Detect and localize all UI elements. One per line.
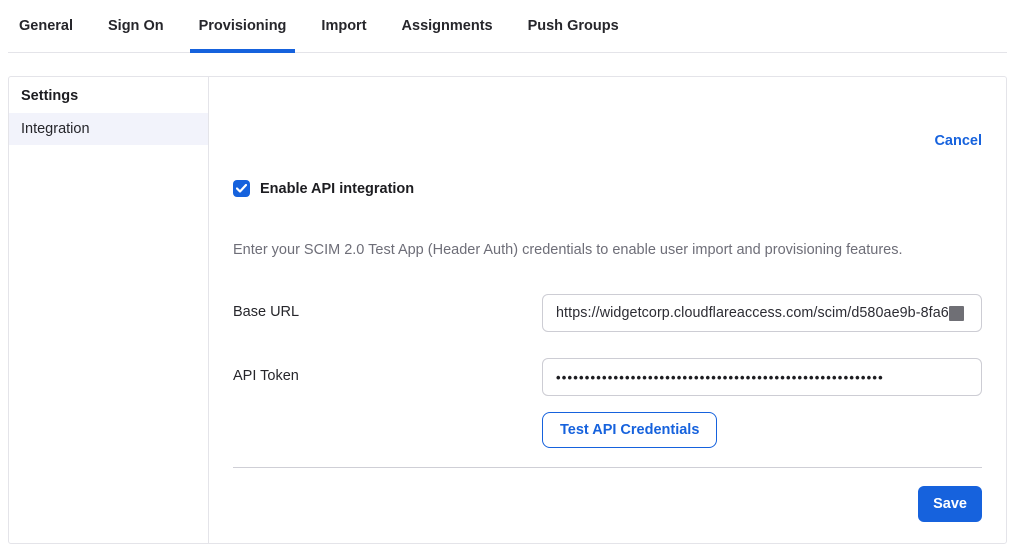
tab-push-groups[interactable]: Push Groups [519, 0, 628, 53]
cancel-link[interactable]: Cancel [934, 133, 982, 149]
enable-api-integration-row: Enable API integration [233, 180, 982, 197]
cancel-row: Cancel [233, 133, 982, 149]
sidebar-item-integration[interactable]: Integration [9, 113, 208, 145]
checkmark-icon [236, 184, 247, 193]
base-url-value: https://widgetcorp.cloudflareaccess.com/… [556, 305, 949, 321]
provisioning-settings-page: General Sign On Provisioning Import Assi… [0, 0, 1021, 553]
tab-provisioning[interactable]: Provisioning [190, 0, 296, 53]
test-api-credentials-button[interactable]: Test API Credentials [542, 412, 717, 448]
tab-assignments[interactable]: Assignments [393, 0, 502, 53]
base-url-input[interactable]: https://widgetcorp.cloudflareaccess.com/… [542, 294, 982, 332]
footer-divider [233, 467, 982, 468]
credentials-description: Enter your SCIM 2.0 Test App (Header Aut… [233, 242, 982, 258]
api-token-input[interactable]: ••••••••••••••••••••••••••••••••••••••••… [542, 358, 982, 396]
base-url-row: Base URL https://widgetcorp.cloudflareac… [233, 294, 982, 332]
enable-api-integration-checkbox[interactable] [233, 180, 250, 197]
api-token-label: API Token [233, 358, 542, 384]
text-overflow-artifact [949, 306, 964, 321]
sidebar-header-settings: Settings [9, 77, 208, 113]
tab-general[interactable]: General [10, 0, 82, 53]
app-tab-bar: General Sign On Provisioning Import Assi… [8, 0, 1007, 53]
integration-settings-content: Cancel Enable API integration Enter your… [209, 77, 1007, 543]
credentials-form: Base URL https://widgetcorp.cloudflareac… [233, 294, 982, 448]
tab-sign-on[interactable]: Sign On [99, 0, 173, 53]
test-credentials-row: Test API Credentials [542, 412, 982, 448]
tab-import[interactable]: Import [312, 0, 375, 53]
enable-api-integration-label: Enable API integration [260, 181, 414, 197]
base-url-label: Base URL [233, 294, 542, 320]
save-button[interactable]: Save [918, 486, 982, 522]
settings-sidebar: Settings Integration [9, 77, 209, 543]
save-row: Save [233, 486, 982, 522]
api-token-row: API Token ••••••••••••••••••••••••••••••… [233, 358, 982, 396]
provisioning-panel: Settings Integration Cancel Enable API i… [8, 76, 1007, 544]
api-token-masked-value: ••••••••••••••••••••••••••••••••••••••••… [556, 370, 884, 385]
